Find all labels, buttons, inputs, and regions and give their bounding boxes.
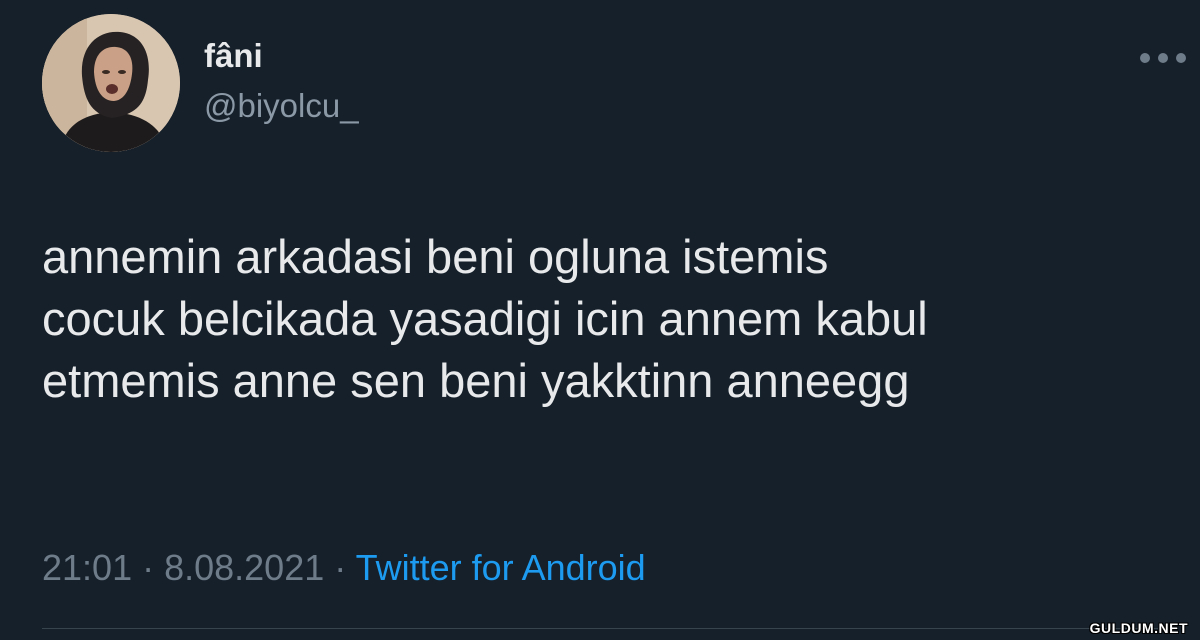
author-display-name[interactable]: fâni bbox=[204, 36, 263, 76]
tweet-text-line: annemin arkadasi beni ogluna istemis bbox=[42, 230, 829, 283]
avatar-photo bbox=[42, 14, 180, 152]
tweet-text-line: cocuk belcikada yasadigi icin annem kabu… bbox=[42, 292, 928, 345]
more-horizontal-icon-dot-3 bbox=[1176, 53, 1186, 63]
author-handle[interactable]: @biyolcu_ bbox=[204, 86, 359, 126]
tweet-text-line: etmemis anne sen beni yakktinn anneegg bbox=[42, 354, 910, 407]
tweet-metadata: 21:01 · 8.08.2021 · Twitter for Android bbox=[42, 546, 646, 590]
more-horizontal-icon bbox=[1140, 53, 1150, 63]
tweet-text: annemin arkadasi beni ogluna istemis coc… bbox=[42, 226, 1172, 412]
source-link[interactable]: Twitter for Android bbox=[356, 547, 646, 588]
more-options-button[interactable] bbox=[1140, 44, 1186, 72]
divider bbox=[42, 628, 1158, 629]
timestamp[interactable]: 21:01 · 8.08.2021 · bbox=[42, 547, 356, 588]
avatar[interactable] bbox=[42, 14, 180, 152]
more-horizontal-icon-dot-2 bbox=[1158, 53, 1168, 63]
watermark: GULDUM.NET bbox=[1089, 620, 1188, 636]
tweet-card: fâni @biyolcu_ annemin arkadasi beni ogl… bbox=[0, 0, 1200, 640]
